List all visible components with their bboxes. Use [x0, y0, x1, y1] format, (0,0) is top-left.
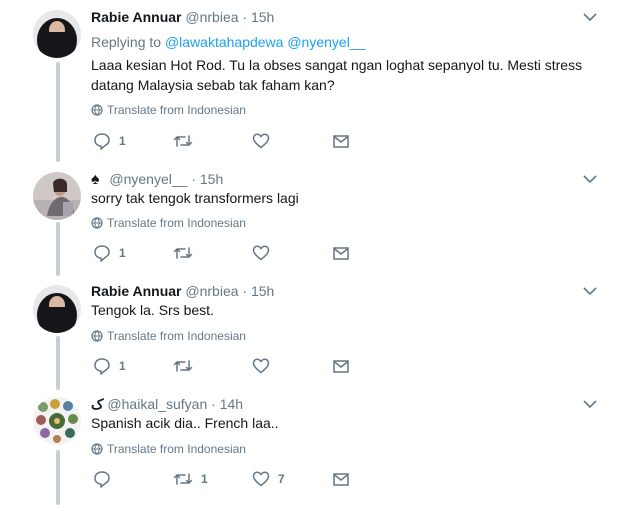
- tweet-header: Rabie Annuar @nrbiea · 15h: [91, 282, 274, 300]
- chevron-down-icon[interactable]: [583, 399, 597, 409]
- retweet-button[interactable]: 1: [173, 470, 208, 488]
- display-name[interactable]: ♠: [91, 171, 100, 188]
- translate-label: Translate from Indonesian: [107, 216, 246, 230]
- reply-count: 1: [119, 134, 126, 148]
- direct-message-button[interactable]: [332, 132, 350, 150]
- avatar[interactable]: [33, 285, 81, 333]
- tweet-actions: 1: [91, 357, 361, 375]
- like-button[interactable]: [252, 132, 278, 150]
- reply-button[interactable]: 1: [93, 244, 126, 262]
- chevron-down-icon[interactable]: [583, 174, 597, 184]
- direct-message-button[interactable]: [332, 244, 350, 262]
- translate-link[interactable]: Translate from Indonesian: [91, 442, 246, 456]
- avatar[interactable]: [33, 10, 81, 58]
- tweet-actions: 1: [91, 132, 361, 150]
- direct-message-button[interactable]: [332, 357, 350, 375]
- translate-label: Translate from Indonesian: [107, 329, 246, 343]
- user-handle[interactable]: @nyenyel__: [109, 171, 187, 187]
- tweet-text: Spanish acik dia.. French laa..: [91, 415, 279, 431]
- separator-dot: ·: [211, 396, 216, 412]
- reply-count: 1: [119, 359, 126, 373]
- retweet-icon: [173, 135, 193, 147]
- reply-icon: [94, 358, 110, 375]
- tweet[interactable]: ♠ @nyenyel__ · 15h sorry tak tengok tran…: [0, 165, 632, 278]
- tweet-text: Tengok la. Srs best.: [91, 302, 214, 318]
- separator-dot: ·: [242, 9, 248, 25]
- translate-label: Translate from Indonesian: [107, 442, 246, 456]
- like-button[interactable]: [252, 357, 278, 375]
- separator-dot: ·: [242, 283, 248, 299]
- reply-button[interactable]: 1: [93, 132, 126, 150]
- globe-icon: [91, 443, 103, 455]
- reply-icon: [94, 245, 110, 262]
- timestamp[interactable]: 14h: [220, 396, 243, 412]
- retweet-count: 1: [201, 472, 208, 486]
- timestamp[interactable]: 15h: [251, 283, 274, 299]
- display-name[interactable]: Rabie Annuar: [91, 283, 182, 299]
- avatar[interactable]: [33, 397, 81, 445]
- retweet-icon: [173, 247, 193, 259]
- tweet[interactable]: Rabie Annuar @nrbiea · 15h Tengok la. Sr…: [0, 278, 632, 391]
- tweet-actions: 1: [91, 244, 361, 262]
- user-handle[interactable]: @nrbiea: [185, 283, 238, 299]
- heart-icon: [252, 245, 270, 261]
- display-name[interactable]: Rabie Annuar: [91, 9, 182, 25]
- tweet-actions: 1 7: [91, 470, 361, 488]
- chevron-down-icon[interactable]: [583, 286, 597, 296]
- envelope-icon: [333, 473, 349, 486]
- mention-link[interactable]: @nyenyel__: [287, 34, 365, 50]
- separator-dot: ·: [191, 171, 196, 187]
- tweet[interactable]: ک @haikal_sufyan · 14h Spanish acik dia.…: [0, 391, 632, 505]
- timestamp[interactable]: 15h: [200, 171, 223, 187]
- tweet-text: Laaa kesian Hot Rod. Tu la obses sangat …: [91, 57, 583, 93]
- tweet-header: Rabie Annuar @nrbiea · 15h: [91, 8, 274, 26]
- collage-avatar-image: [33, 397, 81, 445]
- retweet-button[interactable]: [173, 244, 201, 262]
- tweet[interactable]: Rabie Annuar @nrbiea · 15h Replying to @…: [0, 0, 632, 165]
- like-count: 7: [278, 472, 285, 486]
- photo-avatar-image: [33, 172, 81, 220]
- globe-icon: [91, 217, 103, 229]
- reply-icon: [94, 471, 110, 488]
- retweet-button[interactable]: [173, 357, 201, 375]
- mention-link[interactable]: @lawaktahapdewa: [165, 34, 284, 50]
- retweet-icon: [173, 360, 193, 372]
- tweet-header: ک @haikal_sufyan · 14h: [91, 395, 243, 413]
- reply-icon: [94, 133, 110, 150]
- user-handle[interactable]: @nrbiea: [185, 9, 238, 25]
- translate-link[interactable]: Translate from Indonesian: [91, 216, 246, 230]
- tweet-header: ♠ @nyenyel__ · 15h: [91, 170, 223, 189]
- retweet-button[interactable]: [173, 132, 201, 150]
- heart-icon: [252, 358, 270, 374]
- reply-count: 1: [119, 246, 126, 260]
- direct-message-button[interactable]: [332, 470, 350, 488]
- tweet-text: sorry tak tengok transformers lagi: [91, 190, 299, 206]
- timestamp[interactable]: 15h: [251, 9, 274, 25]
- reply-button[interactable]: 1: [93, 357, 126, 375]
- chevron-down-icon[interactable]: [583, 12, 597, 22]
- envelope-icon: [333, 360, 349, 373]
- like-button[interactable]: 7: [252, 470, 285, 488]
- user-handle[interactable]: @haikal_sufyan: [107, 396, 207, 412]
- avatar[interactable]: [33, 172, 81, 220]
- hijab-avatar-image: [33, 10, 81, 58]
- heart-icon: [252, 133, 270, 149]
- globe-icon: [91, 330, 103, 342]
- translate-label: Translate from Indonesian: [107, 103, 246, 117]
- hijab-avatar-image: [33, 285, 81, 333]
- replying-to: Replying to @lawaktahapdewa @nyenyel__: [91, 33, 365, 51]
- retweet-icon: [173, 473, 193, 485]
- translate-link[interactable]: Translate from Indonesian: [91, 329, 246, 343]
- translate-link[interactable]: Translate from Indonesian: [91, 103, 246, 117]
- envelope-icon: [333, 247, 349, 260]
- envelope-icon: [333, 135, 349, 148]
- reply-button[interactable]: [93, 470, 119, 488]
- display-name[interactable]: ک: [91, 396, 104, 412]
- globe-icon: [91, 104, 103, 116]
- like-button[interactable]: [252, 244, 278, 262]
- replying-prefix: Replying to: [91, 34, 162, 50]
- heart-icon: [252, 471, 270, 487]
